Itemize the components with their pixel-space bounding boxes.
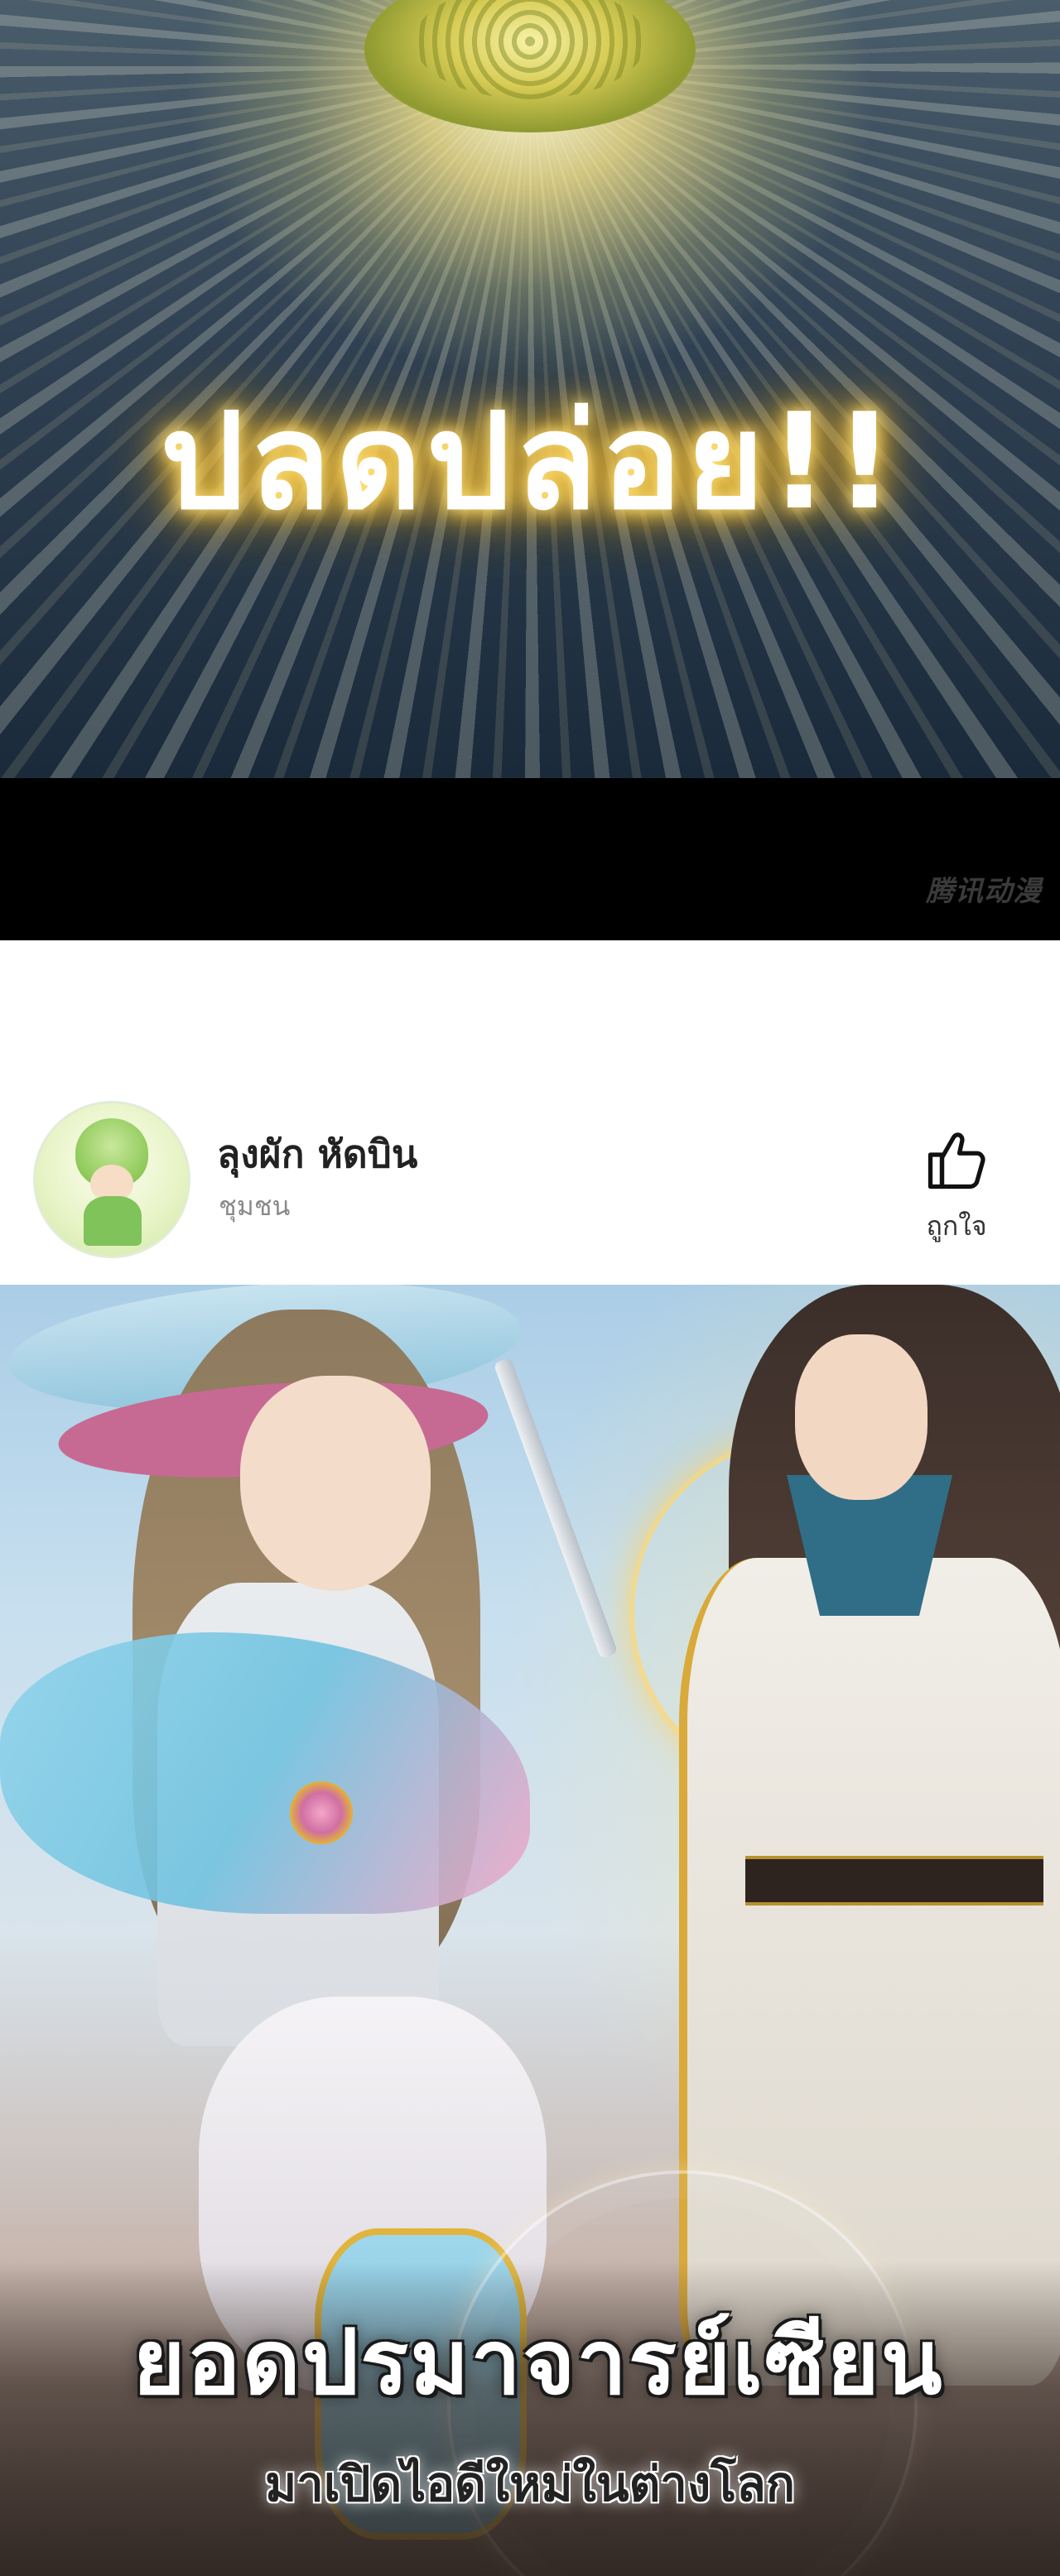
like-label: ถูกใจ — [926, 1210, 987, 1242]
female-character-face — [240, 1376, 431, 1591]
cover-title: ยอดปรมาจารย์เซียน — [132, 2311, 944, 2415]
avatar-body — [84, 1196, 142, 1246]
publisher-watermark: 腾讯动漫 — [926, 875, 1042, 908]
sword-icon — [493, 1357, 619, 1660]
author-name[interactable]: ลุงผัก หัดบิน — [217, 1124, 417, 1185]
black-gutter: 腾讯动漫 — [0, 778, 1060, 940]
cover-subtitle: มาเปิดไอดีใหม่ในต่างโลก — [265, 2456, 795, 2512]
manga-panel-burst: ปลดปล่อย!! — [0, 0, 1060, 778]
male-character-face — [795, 1334, 928, 1500]
author-subtitle: ชุมชน — [219, 1190, 291, 1222]
cover-bottom-shade — [0, 2261, 1060, 2576]
thumbs-up-icon — [928, 1132, 985, 1189]
brooch-icon — [290, 1781, 353, 1844]
male-character-belt — [745, 1856, 1043, 1906]
manga-cover-art: ยอดปรมาจารย์เซียน มาเปิดไอดีใหม่ในต่างโล… — [0, 1285, 1060, 2576]
burst-exclamation-text: ปลดปล่อย!! — [160, 384, 900, 539]
author-avatar[interactable] — [33, 1101, 190, 1258]
author-profile-card: ลุงผัก หัดบิน ชุมชน ถูกใจ — [0, 1076, 1060, 1283]
like-button[interactable]: ถูกใจ — [911, 1126, 1002, 1250]
glowing-orb — [364, 0, 696, 132]
